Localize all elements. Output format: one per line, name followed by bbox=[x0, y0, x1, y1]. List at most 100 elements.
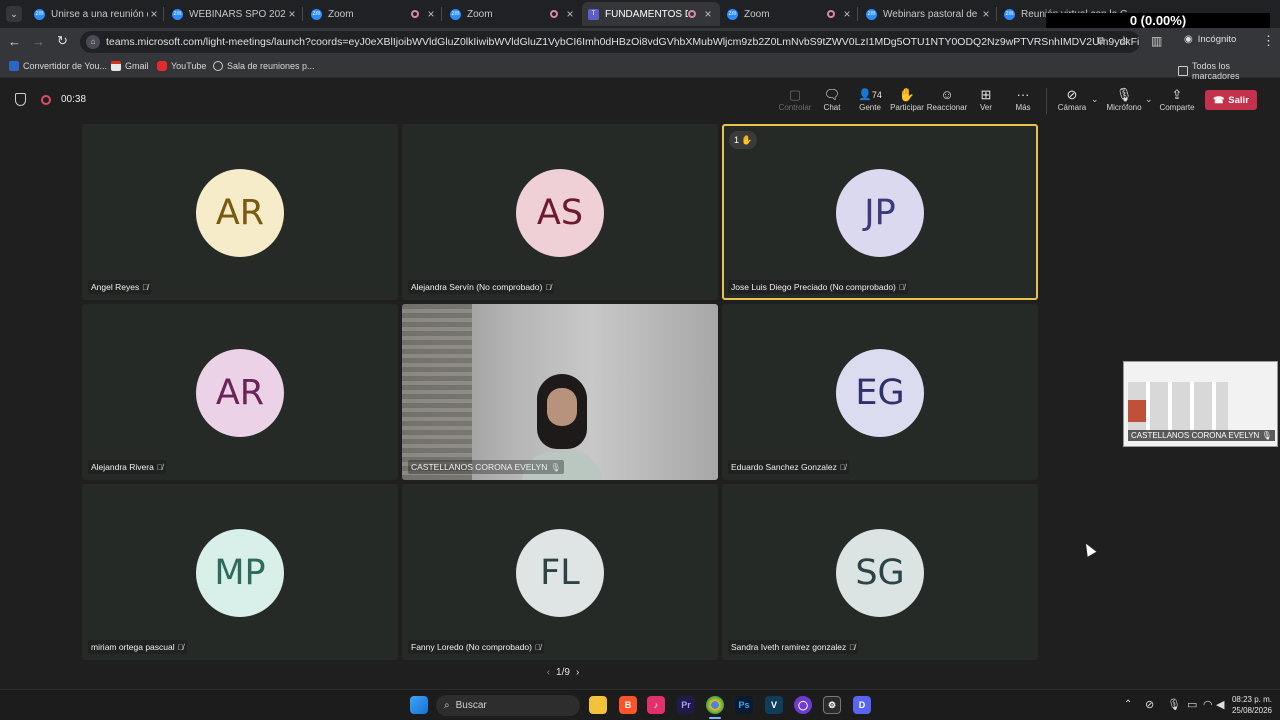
browser-tab[interactable]: zm Zoom × bbox=[444, 2, 582, 26]
chrome-icon[interactable] bbox=[706, 696, 724, 714]
brave-icon[interactable]: B bbox=[619, 696, 637, 714]
share-button[interactable]: ⇪ Comparte bbox=[1155, 87, 1199, 112]
close-tab-icon[interactable]: × bbox=[980, 7, 992, 21]
discord-icon[interactable]: D bbox=[853, 696, 871, 714]
bookmark-item[interactable]: Sala de reuniones p... bbox=[213, 61, 315, 71]
network-off-icon[interactable]: ⊘ bbox=[1145, 698, 1154, 711]
photoshop-icon[interactable]: Ps bbox=[735, 696, 753, 714]
avatar-initials: JP bbox=[864, 193, 896, 233]
close-tab-icon[interactable]: × bbox=[148, 7, 160, 21]
mic-muted-icon: 🎙̸ bbox=[545, 283, 552, 292]
bookmark-label: Gmail bbox=[125, 61, 149, 71]
taskbar-search[interactable]: ⌕ Buscar bbox=[436, 695, 580, 716]
reload-icon[interactable]: ↻ bbox=[57, 33, 68, 49]
gear-app-icon[interactable]: ⚙ bbox=[823, 696, 841, 714]
wifi-icon[interactable]: ◠ bbox=[1203, 698, 1213, 711]
app-circle-icon[interactable]: ◯ bbox=[794, 696, 812, 714]
picture-in-picture-tile[interactable]: CASTELLANOS CORONA EVELYN 🎙 bbox=[1123, 361, 1278, 447]
name-text: Eduardo Sanchez Gonzalez bbox=[731, 462, 837, 472]
translate-icon[interactable]: ⧉ bbox=[1097, 35, 1105, 48]
site-info-icon[interactable]: ⌂ bbox=[86, 35, 100, 49]
avatar: JP bbox=[836, 169, 924, 257]
prev-page-icon[interactable]: ‹ bbox=[547, 667, 550, 678]
camera-button[interactable]: ⊘ Cámara bbox=[1050, 87, 1094, 112]
name-text: Alejandra Rivera bbox=[91, 462, 154, 472]
leave-button[interactable]: ☎ Salir bbox=[1205, 90, 1257, 110]
avatar-initials: EG bbox=[855, 373, 905, 413]
participant-tile[interactable]: EG Eduardo Sanchez Gonzalez 🎙̸ bbox=[722, 304, 1038, 480]
avatar: AR bbox=[196, 169, 284, 257]
tab-title: Unirse a una reunión de bbox=[51, 8, 148, 20]
premiere-icon[interactable]: Pr bbox=[677, 696, 695, 714]
close-tab-icon[interactable]: × bbox=[564, 7, 576, 21]
pagination: ‹ 1/9 › bbox=[538, 667, 588, 678]
next-page-icon[interactable]: › bbox=[576, 667, 579, 678]
participant-tile[interactable]: AR Alejandra Rivera 🎙̸ bbox=[82, 304, 398, 480]
bookmark-star-icon[interactable]: ☆ bbox=[1118, 33, 1130, 49]
browser-menu-icon[interactable]: ⋮ bbox=[1262, 33, 1275, 49]
close-tab-icon[interactable]: × bbox=[841, 7, 853, 21]
tray-chevron-icon[interactable]: ⌃ bbox=[1124, 699, 1132, 710]
tiktok-icon[interactable]: ♪ bbox=[647, 696, 665, 714]
meeting-header: 00:38 ▢ Controlar 🗨 Chat 👤74 Gente ✋ Par… bbox=[0, 79, 1280, 121]
bookmark-item[interactable]: YouTube bbox=[157, 61, 206, 71]
recording-counter-overlay: 0 (0.00%) bbox=[1046, 13, 1270, 28]
close-tab-icon[interactable]: × bbox=[286, 7, 298, 21]
camera-options-chevron-icon[interactable]: ⌄ bbox=[1091, 94, 1099, 105]
browser-tab[interactable]: zm Zoom × bbox=[305, 2, 443, 26]
browser-tab[interactable]: zm Unirse a una reunión de × bbox=[28, 2, 166, 26]
converter-icon bbox=[9, 61, 19, 71]
vegas-icon[interactable]: V bbox=[765, 696, 783, 714]
volume-icon[interactable]: ◀ bbox=[1216, 698, 1224, 711]
bookmark-item[interactable]: Gmail bbox=[111, 61, 149, 71]
pip-name-text: CASTELLANOS CORONA EVELYN bbox=[1131, 431, 1260, 440]
tab-list-button[interactable]: ⌄ bbox=[6, 6, 22, 22]
bookmark-item[interactable]: Convertidor de You... bbox=[9, 61, 107, 71]
incognito-badge[interactable]: ◉ Incógnito bbox=[1184, 34, 1236, 45]
participate-button[interactable]: ✋ Participar bbox=[885, 87, 929, 112]
display-icon[interactable]: ▭ bbox=[1187, 698, 1197, 711]
close-tab-icon[interactable]: × bbox=[425, 7, 437, 21]
participant-name: miriam ortega pascual 🎙̸ bbox=[88, 640, 187, 654]
avatar: AR bbox=[196, 349, 284, 437]
close-tab-icon[interactable]: × bbox=[702, 7, 714, 21]
mic-options-chevron-icon[interactable]: ⌄ bbox=[1145, 94, 1153, 105]
windows-taskbar: ⌕ Buscar B ♪ Pr Ps V ◯ ⚙ D ⌃ ⊘ 🎙 ▭ ◠ ◀ 0… bbox=[0, 689, 1280, 720]
participant-tile[interactable]: AS Alejandra Servín (No comprobado) 🎙̸ bbox=[402, 124, 718, 300]
zoom-icon: zm bbox=[172, 8, 183, 20]
participant-tile[interactable]: MP miriam ortega pascual 🎙̸ bbox=[82, 484, 398, 660]
windows-start-icon[interactable] bbox=[410, 696, 428, 714]
globe-icon bbox=[213, 61, 223, 71]
participant-tile-highlighted[interactable]: 1 ✋ JP Jose Luis Diego Preciado (No comp… bbox=[722, 124, 1038, 300]
more-icon: ··· bbox=[1016, 87, 1030, 102]
all-bookmarks[interactable]: Todos los marcadores bbox=[1178, 61, 1280, 81]
recording-icon bbox=[550, 10, 558, 18]
gmail-icon bbox=[111, 61, 121, 71]
participant-tile[interactable]: FL Fanny Loredo (No comprobado) 🎙̸ bbox=[402, 484, 718, 660]
search-label: Buscar bbox=[455, 700, 487, 711]
file-explorer-icon[interactable] bbox=[589, 696, 607, 714]
browser-tab[interactable]: zm Zoom × bbox=[721, 2, 859, 26]
browser-toolbar: ← → ↻ ⌂ teams.microsoft.com/light-meetin… bbox=[0, 28, 1280, 56]
microphone-button[interactable]: 🎙 Micrófono bbox=[1102, 87, 1146, 112]
react-button[interactable]: ☺ Reaccionar bbox=[925, 87, 969, 112]
participant-tile[interactable]: SG Sandra Iveth ramirez gonzalez 🎙̸ bbox=[722, 484, 1038, 660]
recording-icon bbox=[688, 10, 696, 18]
browser-tab-active[interactable]: T FUNDAMENTOS DE M × bbox=[582, 2, 720, 26]
browser-tab[interactable]: zm WEBINARS SPO 2026 × bbox=[166, 2, 304, 26]
mic-tray-icon[interactable]: 🎙 bbox=[1167, 698, 1181, 711]
shield-icon[interactable] bbox=[15, 93, 26, 106]
clock[interactable]: 08:23 p. m. 25/08/2026 bbox=[1226, 694, 1272, 716]
participant-tile[interactable]: AR Angel Reyes 🎙̸ bbox=[82, 124, 398, 300]
mic-muted-icon: 🎙̸ bbox=[849, 643, 856, 652]
mic-muted-icon: 🎙̸ bbox=[156, 463, 163, 472]
forward-icon[interactable]: → bbox=[32, 34, 45, 49]
more-button[interactable]: ··· Más bbox=[1001, 87, 1045, 112]
address-bar[interactable]: ⌂ teams.microsoft.com/light-meetings/lau… bbox=[80, 31, 1140, 53]
browser-tab[interactable]: zm Webinars pastoral de jóv × bbox=[860, 2, 998, 26]
raise-hand-icon: ✋ bbox=[898, 87, 916, 102]
tab-title: FUNDAMENTOS DE M bbox=[605, 8, 688, 20]
participant-video-tile[interactable]: CASTELLANOS CORONA EVELYN 🎙 bbox=[402, 304, 718, 480]
side-panel-icon[interactable]: ▥ bbox=[1151, 34, 1162, 48]
back-icon[interactable]: ← bbox=[8, 34, 21, 49]
